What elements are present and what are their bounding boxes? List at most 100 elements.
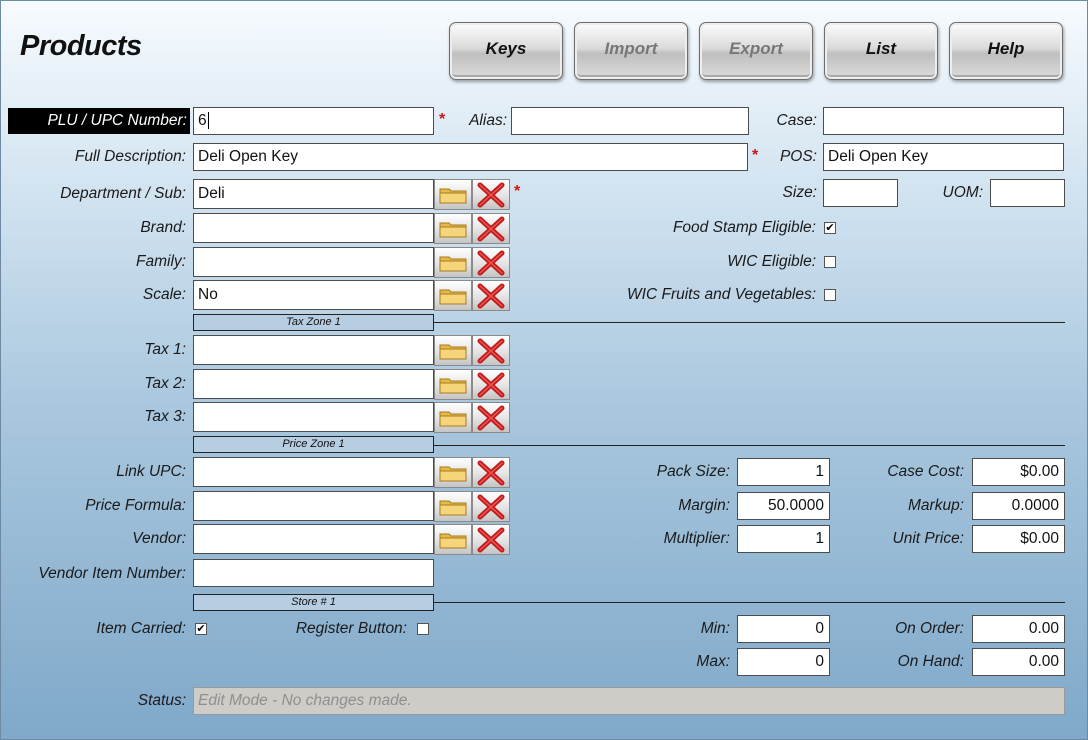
tax1-input[interactable] — [193, 335, 434, 365]
import-button[interactable]: Import — [574, 22, 688, 80]
size-label: Size: — [782, 184, 817, 201]
department-clear-button[interactable] — [472, 179, 510, 210]
family-browse-button[interactable] — [434, 247, 472, 278]
plu-label: PLU / UPC Number: — [8, 108, 190, 134]
alias-input[interactable] — [511, 107, 749, 135]
price-formula-clear-button[interactable] — [472, 491, 510, 522]
check-mark-icon: ✔ — [825, 222, 835, 234]
wic-fruits-vegetables-checkbox[interactable] — [824, 289, 836, 301]
tax3-input[interactable] — [193, 402, 434, 432]
margin-input[interactable]: 50.0000 — [737, 492, 830, 520]
family-label: Family: — [136, 253, 186, 270]
link-upc-clear-button[interactable] — [472, 457, 510, 488]
department-label: Department / Sub: — [60, 185, 186, 202]
full-description-input[interactable]: Deli Open Key — [193, 143, 748, 171]
wic-eligible-checkbox[interactable] — [824, 256, 836, 268]
food-stamp-checkbox[interactable]: ✔ — [824, 222, 836, 234]
export-button[interactable]: Export — [699, 22, 813, 80]
food-stamp-label: Food Stamp Eligible: — [672, 219, 816, 236]
vendor-browse-button[interactable] — [434, 524, 472, 555]
red-x-icon — [477, 338, 505, 363]
item-carried-checkbox[interactable]: ✔ — [195, 623, 207, 635]
check-mark-icon: ✔ — [196, 623, 206, 635]
pos-input[interactable]: Deli Open Key — [823, 143, 1064, 171]
status-label: Status: — [137, 692, 186, 709]
brand-input[interactable] — [193, 213, 434, 243]
max-label: Max: — [696, 653, 730, 670]
tax2-clear-button[interactable] — [472, 369, 510, 400]
folder-icon — [439, 466, 467, 481]
scale-input[interactable]: No — [193, 280, 434, 310]
case-cost-label: Case Cost: — [887, 463, 964, 480]
required-mark: * — [514, 183, 521, 200]
min-input[interactable]: 0 — [737, 615, 830, 643]
tax1-clear-button[interactable] — [472, 335, 510, 366]
keys-button[interactable]: Keys — [449, 22, 563, 80]
link-upc-browse-button[interactable] — [434, 457, 472, 488]
tax3-browse-button[interactable] — [434, 402, 472, 433]
family-clear-button[interactable] — [472, 247, 510, 278]
list-button[interactable]: List — [824, 22, 938, 80]
department-input[interactable]: Deli — [193, 179, 434, 209]
wic-fruits-vegetables-label: WIC Fruits and Vegetables: — [627, 286, 816, 303]
unit-price-input[interactable]: $0.00 — [972, 525, 1065, 553]
folder-icon — [439, 188, 467, 203]
max-input[interactable]: 0 — [737, 648, 830, 676]
markup-input[interactable]: 0.0000 — [972, 492, 1065, 520]
scale-browse-button[interactable] — [434, 280, 472, 311]
vendor-input[interactable] — [193, 524, 434, 554]
vendor-clear-button[interactable] — [472, 524, 510, 555]
on-hand-label: On Hand: — [897, 653, 964, 670]
brand-browse-button[interactable] — [434, 213, 472, 244]
red-x-icon — [477, 494, 505, 519]
link-upc-input[interactable] — [193, 457, 434, 487]
brand-clear-button[interactable] — [472, 213, 510, 244]
price-formula-input[interactable] — [193, 491, 434, 521]
markup-label: Markup: — [908, 497, 964, 514]
tax1-browse-button[interactable] — [434, 335, 472, 366]
case-label: Case: — [776, 112, 818, 129]
tax3-label: Tax 3: — [144, 408, 186, 425]
wic-eligible-label: WIC Eligible: — [727, 253, 816, 270]
department-browse-button[interactable] — [434, 179, 472, 210]
vendor-item-number-input[interactable] — [193, 559, 434, 587]
folder-icon — [439, 289, 467, 304]
vendor-item-number-label: Vendor Item Number: — [38, 565, 186, 582]
tax2-label: Tax 2: — [144, 375, 186, 392]
case-cost-input[interactable]: $0.00 — [972, 458, 1065, 486]
folder-icon — [439, 378, 467, 393]
case-input[interactable] — [823, 107, 1064, 135]
on-hand-input[interactable]: 0.00 — [972, 648, 1065, 676]
family-input[interactable] — [193, 247, 434, 277]
tax2-input[interactable] — [193, 369, 434, 399]
on-order-input[interactable]: 0.00 — [972, 615, 1065, 643]
folder-icon — [439, 411, 467, 426]
min-label: Min: — [700, 620, 730, 637]
help-button[interactable]: Help — [949, 22, 1063, 80]
tax1-label: Tax 1: — [144, 341, 186, 358]
pack-size-input[interactable]: 1 — [737, 458, 830, 486]
red-x-icon — [477, 182, 505, 207]
page-title: Products — [20, 30, 142, 62]
red-x-icon — [477, 405, 505, 430]
multiplier-input[interactable]: 1 — [737, 525, 830, 553]
folder-icon — [439, 533, 467, 548]
scale-clear-button[interactable] — [472, 280, 510, 311]
uom-label: UOM: — [942, 184, 983, 201]
pos-label: POS: — [779, 148, 817, 165]
item-carried-label: Item Carried: — [96, 620, 186, 637]
tax3-clear-button[interactable] — [472, 402, 510, 433]
vendor-label: Vendor: — [132, 530, 186, 547]
price-formula-browse-button[interactable] — [434, 491, 472, 522]
full-description-label: Full Description: — [74, 148, 186, 165]
tax2-browse-button[interactable] — [434, 369, 472, 400]
register-button-checkbox[interactable] — [417, 623, 429, 635]
red-x-icon — [477, 527, 505, 552]
section-divider — [434, 445, 1065, 446]
scale-label: Scale: — [142, 286, 186, 303]
uom-input[interactable] — [990, 179, 1065, 207]
required-mark: * — [439, 111, 446, 128]
brand-label: Brand: — [140, 219, 186, 236]
size-input[interactable] — [823, 179, 898, 207]
plu-input[interactable]: 6 — [193, 107, 434, 135]
